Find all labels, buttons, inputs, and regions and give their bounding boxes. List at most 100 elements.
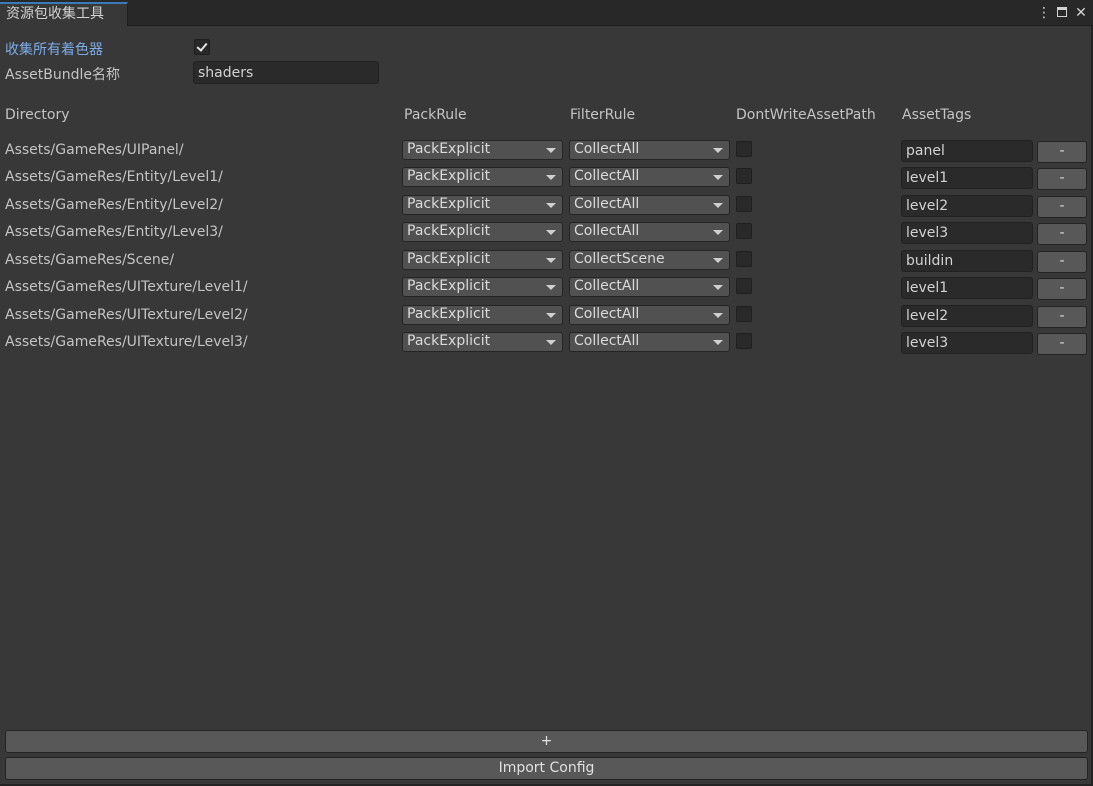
header-pack-rule: PackRule: [404, 107, 467, 123]
filter-rule-value: CollectAll: [574, 223, 640, 239]
asset-tag-field[interactable]: level2: [901, 305, 1033, 327]
pack-rule-value: PackExplicit: [407, 196, 491, 212]
table-row: Assets/GameRes/Entity/Level3/ PackExplic…: [0, 221, 1093, 245]
asset-tag-field[interactable]: panel: [901, 140, 1033, 162]
dropdown-arrow-icon: [713, 203, 723, 208]
filter-rule-value: CollectAll: [574, 333, 640, 349]
filter-rule-dropdown[interactable]: CollectAll: [569, 222, 730, 242]
header-asset-tags: AssetTags: [902, 107, 972, 123]
dropdown-arrow-icon: [713, 313, 723, 318]
pack-rule-dropdown[interactable]: PackExplicit: [402, 167, 563, 187]
editor-window: 资源包收集工具 ⋮ ✕ 收集所有着色器 AssetBundle名称 shader…: [0, 0, 1093, 786]
dropdown-arrow-icon: [546, 285, 556, 290]
table-row: Assets/GameRes/UITexture/Level1/ PackExp…: [0, 276, 1093, 300]
asset-tag-field[interactable]: level2: [901, 195, 1033, 217]
header-filter-rule: FilterRule: [570, 107, 636, 123]
dropdown-arrow-icon: [546, 340, 556, 345]
asset-tag-field[interactable]: level1: [901, 277, 1033, 299]
table-row: Assets/GameRes/UITexture/Level2/ PackExp…: [0, 304, 1093, 328]
pack-rule-dropdown[interactable]: PackExplicit: [402, 332, 563, 352]
remove-row-button[interactable]: -: [1037, 141, 1087, 163]
directory-path: Assets/GameRes/UITexture/Level3/: [5, 334, 248, 350]
add-row-button[interactable]: +: [5, 730, 1088, 753]
filter-rule-value: CollectAll: [574, 306, 640, 322]
dropdown-arrow-icon: [546, 258, 556, 263]
dropdown-arrow-icon: [546, 230, 556, 235]
dont-write-asset-path-checkbox[interactable]: [736, 223, 752, 239]
remove-row-button[interactable]: -: [1037, 168, 1087, 190]
pack-rule-dropdown[interactable]: PackExplicit: [402, 140, 563, 160]
dont-write-asset-path-checkbox[interactable]: [736, 251, 752, 267]
filter-rule-dropdown[interactable]: CollectScene: [569, 250, 730, 270]
remove-row-button[interactable]: -: [1037, 223, 1087, 245]
table-row: Assets/GameRes/Scene/ PackExplicit Colle…: [0, 249, 1093, 273]
dont-write-asset-path-checkbox[interactable]: [736, 333, 752, 349]
pack-rule-value: PackExplicit: [407, 223, 491, 239]
bundle-name-label: AssetBundle名称: [5, 67, 121, 83]
asset-tag-field[interactable]: level1: [901, 167, 1033, 189]
window-controls: ⋮ ✕: [1037, 4, 1087, 22]
remove-row-button[interactable]: -: [1037, 251, 1087, 273]
pack-rule-dropdown[interactable]: PackExplicit: [402, 250, 563, 270]
dont-write-asset-path-checkbox[interactable]: [736, 278, 752, 294]
table-row: Assets/GameRes/UIPanel/ PackExplicit Col…: [0, 139, 1093, 163]
asset-tag-field[interactable]: level3: [901, 222, 1033, 244]
dont-write-asset-path-checkbox[interactable]: [736, 306, 752, 322]
remove-row-button[interactable]: -: [1037, 278, 1087, 300]
remove-row-button[interactable]: -: [1037, 333, 1087, 355]
dropdown-arrow-icon: [546, 148, 556, 153]
pack-rule-dropdown[interactable]: PackExplicit: [402, 222, 563, 242]
directory-path: Assets/GameRes/Scene/: [5, 252, 175, 268]
dropdown-arrow-icon: [546, 175, 556, 180]
close-icon[interactable]: ✕: [1075, 4, 1087, 22]
dont-write-asset-path-checkbox[interactable]: [736, 196, 752, 212]
directory-path: Assets/GameRes/Entity/Level3/: [5, 224, 223, 240]
dont-write-asset-path-checkbox[interactable]: [736, 141, 752, 157]
dropdown-arrow-icon: [546, 203, 556, 208]
filter-rule-value: CollectAll: [574, 168, 640, 184]
pack-rule-value: PackExplicit: [407, 141, 491, 157]
dont-write-asset-path-checkbox[interactable]: [736, 168, 752, 184]
dropdown-arrow-icon: [713, 175, 723, 180]
filter-rule-dropdown[interactable]: CollectAll: [569, 195, 730, 215]
pack-rule-value: PackExplicit: [407, 251, 491, 267]
directory-path: Assets/GameRes/UITexture/Level1/: [5, 279, 248, 295]
pack-rule-value: PackExplicit: [407, 306, 491, 322]
maximize-icon[interactable]: [1057, 7, 1067, 17]
header-directory: Directory: [5, 107, 70, 123]
table-row: Assets/GameRes/Entity/Level2/ PackExplic…: [0, 194, 1093, 218]
header-dont-write-asset-path: DontWriteAssetPath: [736, 107, 876, 123]
bundle-name-field[interactable]: shaders: [193, 61, 379, 84]
dropdown-arrow-icon: [713, 340, 723, 345]
dropdown-arrow-icon: [713, 258, 723, 263]
filter-rule-dropdown[interactable]: CollectAll: [569, 332, 730, 352]
collect-shaders-checkbox[interactable]: [194, 39, 210, 55]
directory-path: Assets/GameRes/UIPanel/: [5, 142, 184, 158]
filter-rule-dropdown[interactable]: CollectAll: [569, 140, 730, 160]
directory-path: Assets/GameRes/Entity/Level1/: [5, 169, 223, 185]
dropdown-arrow-icon: [713, 230, 723, 235]
pack-rule-dropdown[interactable]: PackExplicit: [402, 195, 563, 215]
pack-rule-dropdown[interactable]: PackExplicit: [402, 305, 563, 325]
filter-rule-dropdown[interactable]: CollectAll: [569, 167, 730, 187]
filter-rule-dropdown[interactable]: CollectAll: [569, 305, 730, 325]
asset-tag-field[interactable]: level3: [901, 332, 1033, 354]
collect-shaders-label: 收集所有着色器: [5, 42, 103, 58]
filter-rule-value: CollectAll: [574, 141, 640, 157]
pack-rule-dropdown[interactable]: PackExplicit: [402, 277, 563, 297]
dropdown-arrow-icon: [546, 313, 556, 318]
import-config-button[interactable]: Import Config: [5, 757, 1088, 780]
filter-rule-dropdown[interactable]: CollectAll: [569, 277, 730, 297]
directory-path: Assets/GameRes/UITexture/Level2/: [5, 307, 248, 323]
dropdown-arrow-icon: [713, 285, 723, 290]
menu-icon[interactable]: ⋮: [1037, 4, 1051, 22]
directory-path: Assets/GameRes/Entity/Level2/: [5, 197, 223, 213]
filter-rule-value: CollectAll: [574, 278, 640, 294]
filter-rule-value: CollectAll: [574, 196, 640, 212]
remove-row-button[interactable]: -: [1037, 306, 1087, 328]
pack-rule-value: PackExplicit: [407, 278, 491, 294]
asset-tag-field[interactable]: buildin: [901, 250, 1033, 272]
pack-rule-value: PackExplicit: [407, 333, 491, 349]
remove-row-button[interactable]: -: [1037, 196, 1087, 218]
tab-asset-bundle-collector[interactable]: 资源包收集工具: [0, 2, 128, 26]
